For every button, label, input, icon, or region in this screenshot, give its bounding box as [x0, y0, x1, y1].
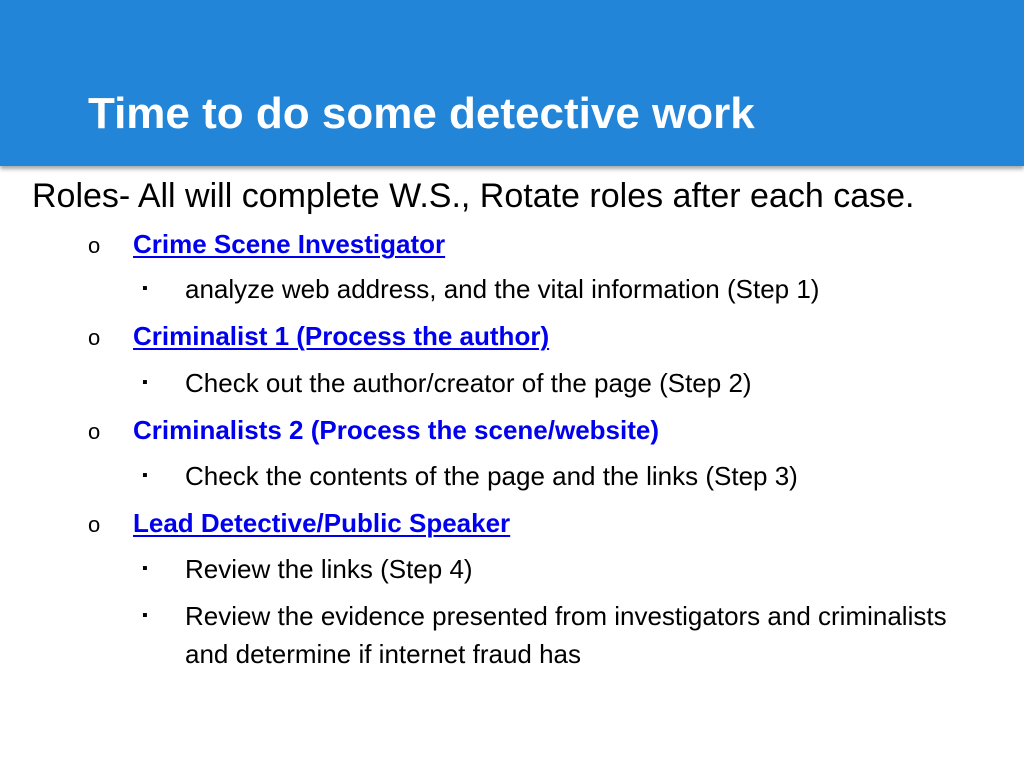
role-task: ▪ Review the evidence presented from inv… — [0, 597, 995, 673]
square-bullet-icon: ▪ — [142, 607, 148, 624]
slide: Time to do some detective work Roles- Al… — [0, 0, 1024, 768]
square-bullet-icon: ▪ — [142, 374, 148, 391]
square-bullet-icon: ▪ — [142, 560, 148, 577]
circle-bullet-icon: o — [88, 512, 101, 537]
role-label-criminalists-2: Criminalists 2 (Process the scene/websit… — [133, 415, 659, 445]
circle-bullet-icon: o — [88, 233, 101, 258]
circle-bullet-icon: o — [88, 325, 101, 350]
square-bullet-icon: ▪ — [142, 467, 148, 484]
title-bar: Time to do some detective work — [0, 0, 1024, 166]
role-task-text: Review the evidence presented from inves… — [185, 601, 947, 669]
role-task: ▪ Check out the author/creator of the pa… — [0, 364, 995, 402]
role-task-text: Check out the author/creator of the page… — [185, 368, 752, 398]
role-item-criminalist-1: o Criminalist 1 (Process the author) — [0, 318, 1024, 354]
role-item-lead-detective: o Lead Detective/Public Speaker — [0, 505, 1024, 541]
slide-body: Roles- All will complete W.S., Rotate ro… — [0, 174, 1024, 673]
role-task-text: analyze web address, and the vital infor… — [185, 274, 820, 304]
role-task: ▪ Review the links (Step 4) — [0, 550, 995, 588]
circle-bullet-icon: o — [88, 419, 101, 444]
role-task: ▪ Check the contents of the page and the… — [0, 457, 995, 495]
role-link-lead-detective[interactable]: Lead Detective/Public Speaker — [133, 508, 510, 538]
square-bullet-icon: ▪ — [142, 280, 148, 297]
role-item-criminalists-2: o Criminalists 2 (Process the scene/webs… — [0, 412, 1024, 448]
role-task: ▪ analyze web address, and the vital inf… — [0, 270, 995, 308]
role-task-text: Check the contents of the page and the l… — [185, 461, 798, 491]
role-task-text: Review the links (Step 4) — [185, 554, 473, 584]
slide-title: Time to do some detective work — [88, 89, 755, 138]
roles-intro: Roles- All will complete W.S., Rotate ro… — [32, 177, 915, 215]
role-link-crime-scene-investigator[interactable]: Crime Scene Investigator — [133, 229, 445, 259]
role-link-criminalist-1[interactable]: Criminalist 1 (Process the author) — [133, 321, 549, 351]
role-item-crime-scene-investigator: o Crime Scene Investigator — [0, 226, 1024, 262]
